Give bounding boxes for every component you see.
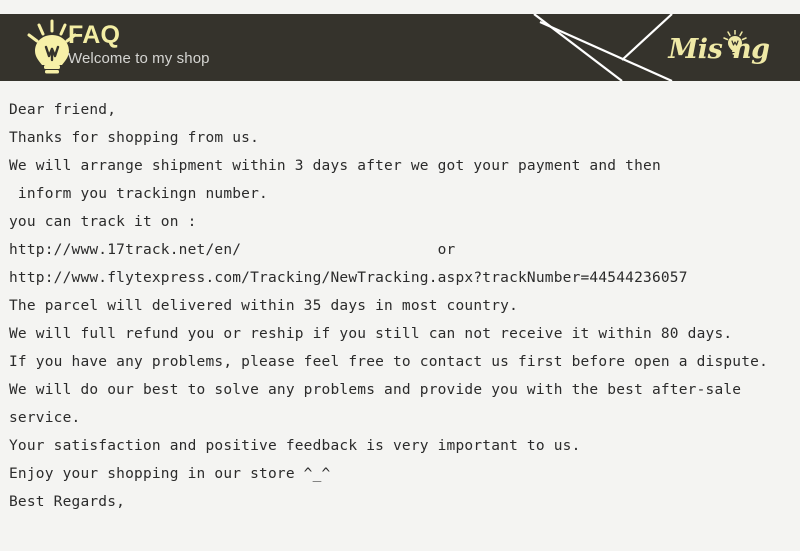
- letter-line: The parcel will delivered within 35 days…: [9, 298, 518, 314]
- faq-page: FAQ Welcome to my shop Mising: [0, 0, 800, 551]
- letter-line: Thanks for shopping from us.: [9, 130, 260, 146]
- letter-line: inform you trackingn number.: [9, 186, 268, 202]
- brand-logo-text: Mising: [654, 34, 784, 65]
- letter-line: We will full refund you or reship if you…: [9, 326, 733, 342]
- letter-line-signoff: Best Regards,: [9, 494, 126, 510]
- letter-line: Enjoy your shopping in our store ^_^: [9, 466, 331, 482]
- header-text-block: FAQ Welcome to my shop: [68, 21, 210, 67]
- brand-logo: Mising: [654, 28, 784, 76]
- letter-line-tracking-url-primary: http://www.17track.net/en/ or: [9, 242, 456, 258]
- lightbulb-icon: [723, 30, 747, 55]
- letter-body: Dear friend, Thanks for shopping from us…: [9, 96, 795, 516]
- brand-logo-text-before: Mis: [668, 34, 723, 65]
- letter-line: We will arrange shipment within 3 days a…: [9, 158, 661, 174]
- letter-line: We will do our best to solve any problem…: [9, 382, 742, 398]
- letter-line: Dear friend,: [9, 102, 117, 118]
- header-banner: FAQ Welcome to my shop Mising: [0, 14, 800, 81]
- letter-line: If you have any problems, please feel fr…: [9, 354, 769, 370]
- letter-line: Your satisfaction and positive feedback …: [9, 438, 581, 454]
- letter-line: you can track it on :: [9, 214, 197, 230]
- letter-line: service.: [9, 410, 81, 426]
- page-subtitle: Welcome to my shop: [68, 50, 210, 67]
- page-title: FAQ: [68, 21, 121, 49]
- letter-line-tracking-url-secondary: http://www.flytexpress.com/Tracking/NewT…: [9, 270, 688, 286]
